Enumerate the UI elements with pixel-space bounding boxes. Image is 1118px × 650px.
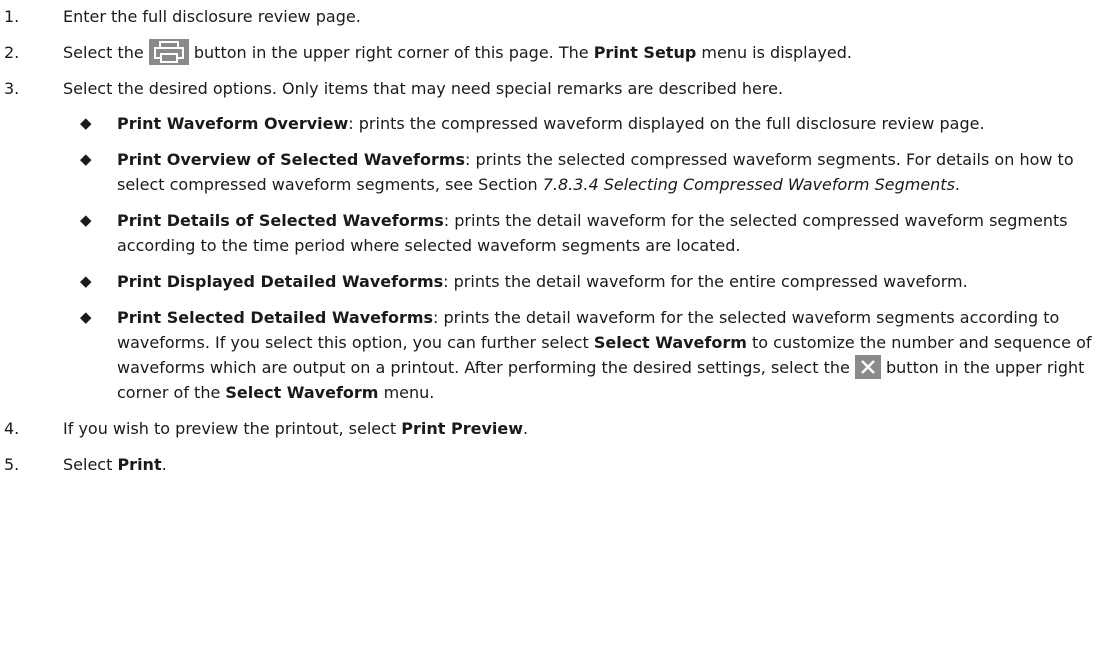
step-text-pre: Select the: [63, 43, 144, 62]
diamond-bullet-icon: ◆: [80, 150, 92, 168]
step-text-end: .: [523, 419, 529, 438]
option-item: ◆ Print Selected Detailed Waveforms: pri…: [63, 305, 1110, 405]
step-number: 1.: [4, 7, 20, 26]
option-term: Print Displayed Detailed Waveforms: [117, 272, 444, 291]
step-number: 2.: [4, 43, 20, 62]
step-number: 4.: [4, 419, 20, 438]
menu-name-select-waveform: Select Waveform: [593, 333, 747, 352]
step-text-post: button in the upper right corner of this…: [188, 43, 594, 62]
printer-icon: [148, 39, 189, 65]
step-1: 1. Enter the full disclosure review page…: [0, 4, 1110, 29]
close-icon: [854, 355, 881, 379]
step-number: 5.: [4, 455, 20, 474]
step-5: 5. Select Print.: [0, 452, 1110, 477]
step-text-end: menu is displayed.: [696, 43, 852, 62]
option-desc: : prints the compressed waveform display…: [348, 114, 985, 133]
step-3: 3. Select the desired options. Only item…: [0, 76, 1110, 405]
option-item: ◆ Print Details of Selected Waveforms: p…: [63, 208, 1110, 258]
option-term: Print Waveform Overview: [117, 114, 349, 133]
step-text: Select the desired options. Only items t…: [63, 79, 784, 98]
step-2: 2. Select the button in the upper right …: [0, 39, 1110, 65]
option-item: ◆ Print Displayed Detailed Waveforms: pr…: [63, 269, 1110, 294]
option-item: ◆ Print Overview of Selected Waveforms: …: [63, 147, 1110, 197]
step-text-pre: If you wish to preview the printout, sel…: [63, 419, 402, 438]
menu-name-print-setup: Print Setup: [593, 43, 697, 62]
option-list: ◆ Print Waveform Overview: prints the co…: [63, 111, 1110, 405]
option-term: Print Details of Selected Waveforms: [117, 211, 444, 230]
diamond-bullet-icon: ◆: [80, 114, 92, 132]
option-item: ◆ Print Waveform Overview: prints the co…: [63, 111, 1110, 136]
step-text-pre: Select: [63, 455, 118, 474]
menu-name-select-waveform: Select Waveform: [225, 383, 379, 402]
option-end: .: [954, 175, 960, 194]
option-end: menu.: [378, 383, 435, 402]
section-reference: 7.8.3.4 Selecting Compressed Waveform Se…: [542, 175, 955, 194]
diamond-bullet-icon: ◆: [80, 272, 92, 290]
step-number: 3.: [4, 79, 20, 98]
step-text: Enter the full disclosure review page.: [63, 7, 361, 26]
option-term: Print Selected Detailed Waveforms: [117, 308, 434, 327]
option-print: Print: [117, 455, 162, 474]
option-print-preview: Print Preview: [401, 419, 523, 438]
option-desc: : prints the detail waveform for the ent…: [443, 272, 968, 291]
step-4: 4. If you wish to preview the printout, …: [0, 416, 1110, 441]
diamond-bullet-icon: ◆: [80, 308, 92, 326]
option-term: Print Overview of Selected Waveforms: [117, 150, 466, 169]
step-text-end: .: [161, 455, 167, 474]
diamond-bullet-icon: ◆: [80, 211, 92, 229]
procedure-steps: 1. Enter the full disclosure review page…: [0, 4, 1110, 488]
